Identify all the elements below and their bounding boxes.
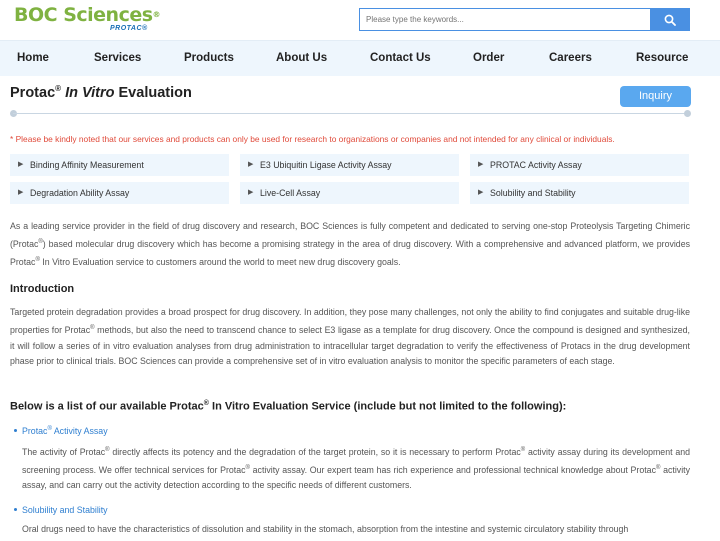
service-link-solubility-stability[interactable]: Solubility and Stability [14,505,108,515]
solubility-description: Oral drugs need to have the characterist… [22,524,629,534]
inquiry-button[interactable]: Inquiry [620,86,691,107]
tab-e3-ligase-assay[interactable]: ▶ E3 Ubiquitin Ligase Activity Assay [240,154,459,176]
nav-services[interactable]: Services [94,41,141,77]
nav-contact-us[interactable]: Contact Us [370,41,431,77]
logo-text: BOC Sciences® [14,4,161,26]
logo-subtitle: PROTAC® [110,25,148,32]
services-heading: Below is a list of our available Protac®… [10,400,567,413]
search-icon [664,14,676,26]
tab-protac-activity[interactable]: ▶ PROTAC Activity Assay [470,154,689,176]
search-input[interactable] [359,8,650,31]
page-title: Protac® In Vitro Evaluation [10,84,192,101]
nav-home[interactable]: Home [17,41,49,77]
tab-binding-affinity[interactable]: ▶ Binding Affinity Measurement [10,154,229,176]
title-divider [13,113,687,114]
caret-right-icon: ▶ [18,189,24,196]
nav-careers[interactable]: Careers [549,41,592,77]
main-nav: Home Services Products About Us Contact … [0,40,720,76]
service-link-protac-activity[interactable]: Protac® Activity Assay [14,426,108,436]
nav-products[interactable]: Products [184,41,234,77]
logo[interactable]: BOC Sciences® PROTAC® [14,4,164,36]
nav-order[interactable]: Order [473,41,504,77]
nav-about-us[interactable]: About Us [276,41,327,77]
bullet-dot [14,429,17,433]
tab-solubility-stability[interactable]: ▶ Solubility and Stability [470,182,689,204]
intro-paragraph: As a leading service provider in the fie… [10,221,690,267]
tab-live-cell-assay[interactable]: ▶ Live-Cell Assay [240,182,459,204]
title-row: Protac® In Vitro Evaluation Inquiry [10,84,700,114]
caret-right-icon: ▶ [478,189,484,196]
protac-activity-description: The activity of Protac® directly affects… [22,446,690,491]
site-header: BOC Sciences® PROTAC® [0,0,720,40]
nav-resource[interactable]: Resource [636,41,688,77]
caret-right-icon: ▶ [18,161,24,168]
caret-right-icon: ▶ [248,161,254,168]
research-use-notice: * Please be kindly noted that our servic… [10,134,615,144]
search-button[interactable] [650,8,690,31]
caret-right-icon: ▶ [248,189,254,196]
divider-dot-right [684,110,691,117]
introduction-heading: Introduction [10,283,75,295]
introduction-paragraph: Targeted protein degradation provides a … [10,307,690,367]
caret-right-icon: ▶ [478,161,484,168]
tab-degradation-ability[interactable]: ▶ Degradation Ability Assay [10,182,229,204]
bullet-dot [14,508,17,512]
search-bar [359,8,690,31]
